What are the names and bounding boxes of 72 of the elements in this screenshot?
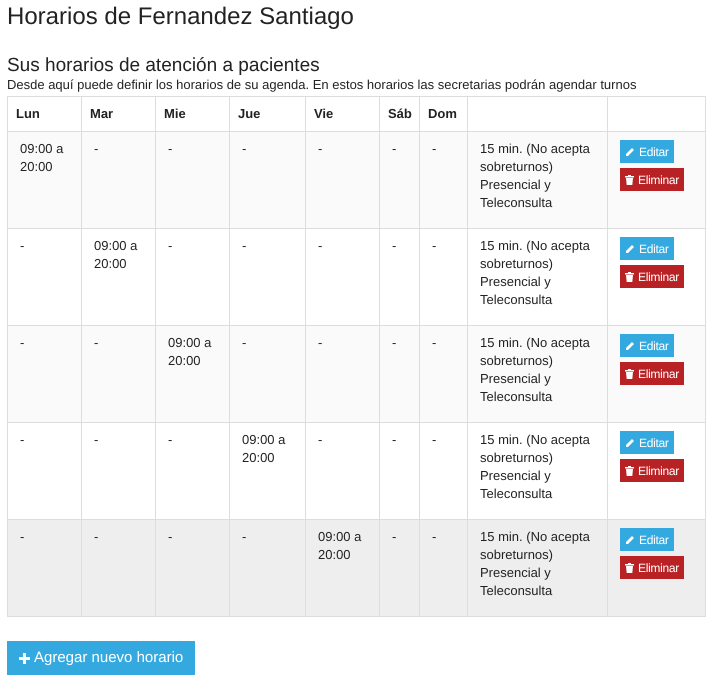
edit-button[interactable]: Editar <box>620 431 674 454</box>
table-cell: - <box>20 335 24 350</box>
edit-button[interactable]: Editar <box>620 140 674 163</box>
table-cell: 15 min. (No acepta sobreturnos) Presencial y Teleconsulta <box>480 335 590 404</box>
delete-button[interactable]: Eliminar <box>620 459 684 482</box>
table-cell: 15 min. (No acepta sobreturnos) Presencial y Teleconsulta <box>480 529 590 598</box>
table-cell: - <box>392 238 396 253</box>
table-cell: - <box>392 529 396 544</box>
plus-icon <box>19 652 30 664</box>
pencil-icon <box>625 534 635 544</box>
table-cell: - <box>318 432 322 447</box>
table-cell: - <box>318 141 322 156</box>
table-cell: - <box>432 529 436 544</box>
trash-icon <box>625 562 634 572</box>
delete-button[interactable]: Eliminar <box>620 556 684 579</box>
table-cell: 09:00 a 20:00 <box>20 141 64 174</box>
pencil-icon <box>625 244 635 254</box>
delete-button[interactable]: Eliminar <box>620 265 684 288</box>
delete-button[interactable]: Eliminar <box>620 168 684 191</box>
page-title: Horarios de Fernandez Santiago <box>7 2 355 32</box>
table-cell: - <box>392 335 396 350</box>
trash-icon <box>625 174 634 184</box>
table-cell: - <box>392 432 396 447</box>
table-cell: - <box>432 432 436 447</box>
trash-icon <box>625 368 634 378</box>
table-cell: - <box>392 141 396 156</box>
table-cell: - <box>168 529 172 544</box>
column-header: Jue <box>238 106 260 121</box>
table-cell: - <box>168 432 172 447</box>
table-cell: 15 min. (No acepta sobreturnos) Presencial y Teleconsulta <box>480 238 590 307</box>
edit-button[interactable]: Editar <box>620 334 674 357</box>
table-cell: - <box>242 238 246 253</box>
pencil-icon <box>625 146 635 156</box>
add-schedule-button[interactable]: Agregar nuevo horario <box>7 641 196 675</box>
table-cell: - <box>94 529 98 544</box>
table-cell: - <box>20 238 24 253</box>
table-cell: 09:00 a 20:00 <box>168 335 212 368</box>
table-cell: - <box>432 335 436 350</box>
section-description: Desde aquí puede definir los horarios de su agenda. En estos horarios las secretarias podrán agendar turnos <box>7 76 638 94</box>
table-cell: - <box>20 529 24 544</box>
trash-icon <box>625 272 634 282</box>
table-cell: 09:00 a 20:00 <box>242 432 286 465</box>
column-header: Mar <box>90 106 114 121</box>
table-cell: - <box>168 141 172 156</box>
table-cell: 09:00 a 20:00 <box>94 238 138 271</box>
table-cell: - <box>318 238 322 253</box>
column-header: Mie <box>164 106 186 121</box>
table-cell: - <box>20 432 24 447</box>
table-cell: - <box>432 238 436 253</box>
table-cell: - <box>242 141 246 156</box>
table-cell: - <box>432 141 436 156</box>
table-cell: - <box>94 335 98 350</box>
edit-button[interactable]: Editar <box>620 237 674 260</box>
table-cell: - <box>94 141 98 156</box>
section-heading: Sus horarios de atención a pacientes <box>7 56 321 76</box>
pencil-icon <box>625 438 635 448</box>
edit-button[interactable]: Editar <box>620 528 674 551</box>
table-cell: - <box>168 238 172 253</box>
trash-icon <box>625 466 634 476</box>
column-header: Dom <box>428 106 457 121</box>
column-header: Lun <box>16 106 40 121</box>
table-cell: - <box>242 335 246 350</box>
table-cell: - <box>318 335 322 350</box>
table-cell: - <box>94 432 98 447</box>
table-cell: - <box>242 529 246 544</box>
column-header: Vie <box>314 106 334 121</box>
pencil-icon <box>625 340 635 350</box>
table-cell: 15 min. (No acepta sobreturnos) Presencial y Teleconsulta <box>480 141 590 210</box>
delete-button[interactable]: Eliminar <box>620 362 684 385</box>
column-header: Sáb <box>388 106 412 121</box>
table-cell: 15 min. (No acepta sobreturnos) Presencial y Teleconsulta <box>480 432 590 501</box>
table-cell: 09:00 a 20:00 <box>318 529 362 562</box>
